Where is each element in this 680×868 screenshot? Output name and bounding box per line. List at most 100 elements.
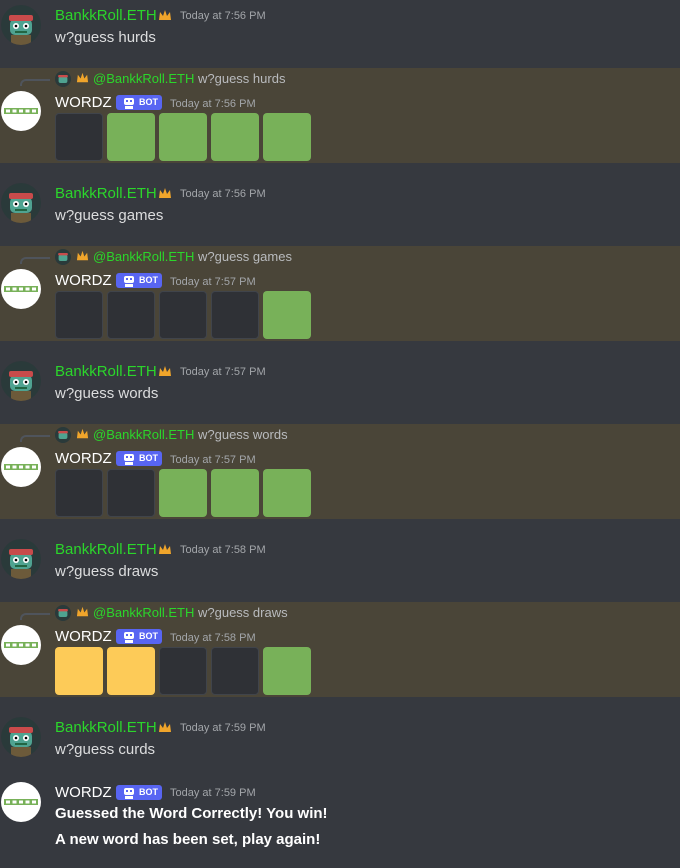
bot-avatar[interactable] (1, 625, 41, 665)
crown-icon (159, 544, 171, 554)
reply-avatar[interactable] (55, 71, 71, 87)
user-avatar[interactable] (1, 717, 41, 757)
reply-avatar[interactable] (55, 427, 71, 443)
bot-badge: BOT (116, 629, 162, 644)
user-message: BankkRoll.ETH Today at 7:59 PM w?guess c… (0, 712, 680, 774)
timestamp[interactable]: Today at 7:56 PM (170, 98, 256, 111)
user-avatar[interactable] (1, 5, 41, 45)
bot-badge: BOT (116, 451, 162, 466)
reply-preview[interactable]: w?guess hurds (198, 71, 285, 87)
robot-icon (124, 276, 134, 287)
username[interactable]: BankkRoll.ETH (55, 541, 157, 559)
bot-tag-label: BOT (139, 453, 158, 463)
bot-message: WORDZ BOT Today at 7:59 PM Guessed the W… (0, 778, 680, 868)
reply-connector (20, 613, 50, 620)
crown-icon (76, 428, 89, 439)
reply-connector (20, 79, 50, 86)
bot-name[interactable]: WORDZ (55, 784, 112, 802)
tile-green (263, 469, 311, 517)
tile-gray (211, 647, 259, 695)
user-message: BankkRoll.ETH Today at 7:56 PM w?guess h… (0, 0, 680, 62)
user-message: BankkRoll.ETH Today at 7:58 PM w?guess d… (0, 534, 680, 596)
bot-avatar[interactable] (1, 782, 41, 822)
tile-green (211, 469, 259, 517)
bot-badge: BOT (116, 95, 162, 110)
crown-icon (76, 250, 89, 261)
reply-connector (20, 257, 50, 264)
bot-avatar[interactable] (1, 91, 41, 131)
user-avatar[interactable] (1, 361, 41, 401)
message-text: w?guess curds (55, 741, 156, 758)
timestamp[interactable]: Today at 7:59 PM (170, 787, 256, 800)
bot-message: @BankkRoll.ETH w?guess draws WORDZ BOT T… (0, 602, 680, 697)
reply-avatar[interactable] (55, 249, 71, 265)
bot-tag-label: BOT (139, 787, 158, 797)
timestamp[interactable]: Today at 7:59 PM (180, 722, 266, 735)
timestamp[interactable]: Today at 7:56 PM (180, 10, 266, 23)
username[interactable]: BankkRoll.ETH (55, 7, 157, 25)
bot-name[interactable]: WORDZ (55, 628, 112, 646)
reply-preview[interactable]: w?guess draws (198, 605, 288, 621)
tile-gray (55, 469, 103, 517)
reply-avatar[interactable] (55, 605, 71, 621)
user-message: BankkRoll.ETH Today at 7:57 PM w?guess w… (0, 356, 680, 418)
bot-name[interactable]: WORDZ (55, 450, 112, 468)
message-text: w?guess draws (55, 563, 159, 580)
bot-badge: BOT (116, 273, 162, 288)
reply-preview[interactable]: w?guess games (198, 249, 292, 265)
bot-avatar[interactable] (1, 269, 41, 309)
user-avatar[interactable] (1, 539, 41, 579)
reply-mention[interactable]: @BankkRoll.ETH (93, 71, 194, 87)
bot-message: @BankkRoll.ETH w?guess words WORDZ BOT T… (0, 424, 680, 519)
reply-mention[interactable]: @BankkRoll.ETH (93, 427, 194, 443)
timestamp[interactable]: Today at 7:58 PM (180, 544, 266, 557)
bot-badge: BOT (116, 785, 162, 800)
bot-tag-label: BOT (139, 275, 158, 285)
robot-icon (124, 632, 134, 643)
timestamp[interactable]: Today at 7:57 PM (170, 454, 256, 467)
bot-message: @BankkRoll.ETH w?guess hurds WORDZ BOT T… (0, 68, 680, 163)
tile-green (263, 113, 311, 161)
bot-name[interactable]: WORDZ (55, 94, 112, 112)
message-text: w?guess hurds (55, 29, 156, 46)
user-message: BankkRoll.ETH Today at 7:56 PM w?guess g… (0, 178, 680, 240)
bot-message: @BankkRoll.ETH w?guess games WORDZ BOT T… (0, 246, 680, 341)
username[interactable]: BankkRoll.ETH (55, 185, 157, 203)
win-message: Guessed the Word Correctly! You win! (55, 805, 328, 822)
timestamp[interactable]: Today at 7:57 PM (170, 276, 256, 289)
tile-gray (55, 113, 103, 161)
bot-avatar[interactable] (1, 447, 41, 487)
tile-gray (159, 291, 207, 339)
crown-icon (159, 10, 171, 20)
timestamp[interactable]: Today at 7:57 PM (180, 366, 266, 379)
bot-tag-label: BOT (139, 631, 158, 641)
crown-icon (159, 366, 171, 376)
reply-preview[interactable]: w?guess words (198, 427, 288, 443)
tile-yellow (107, 647, 155, 695)
username[interactable]: BankkRoll.ETH (55, 363, 157, 381)
crown-icon (76, 606, 89, 617)
reply-connector (20, 435, 50, 442)
user-avatar[interactable] (1, 183, 41, 223)
timestamp[interactable]: Today at 7:56 PM (180, 188, 266, 201)
crown-icon (159, 188, 171, 198)
bot-name[interactable]: WORDZ (55, 272, 112, 290)
tile-gray (55, 291, 103, 339)
reply-mention[interactable]: @BankkRoll.ETH (93, 249, 194, 265)
timestamp[interactable]: Today at 7:58 PM (170, 632, 256, 645)
crown-icon (159, 722, 171, 732)
robot-icon (124, 788, 134, 799)
bot-tag-label: BOT (139, 97, 158, 107)
tile-yellow (55, 647, 103, 695)
message-text: w?guess words (55, 385, 159, 402)
reply-mention[interactable]: @BankkRoll.ETH (93, 605, 194, 621)
tile-gray (159, 647, 207, 695)
tile-gray (107, 469, 155, 517)
robot-icon (124, 454, 134, 465)
new-word-message: A new word has been set, play again! (55, 831, 321, 848)
message-text: w?guess games (55, 207, 164, 224)
tile-green (159, 469, 207, 517)
username[interactable]: BankkRoll.ETH (55, 719, 157, 737)
tile-green (263, 647, 311, 695)
tile-gray (107, 291, 155, 339)
